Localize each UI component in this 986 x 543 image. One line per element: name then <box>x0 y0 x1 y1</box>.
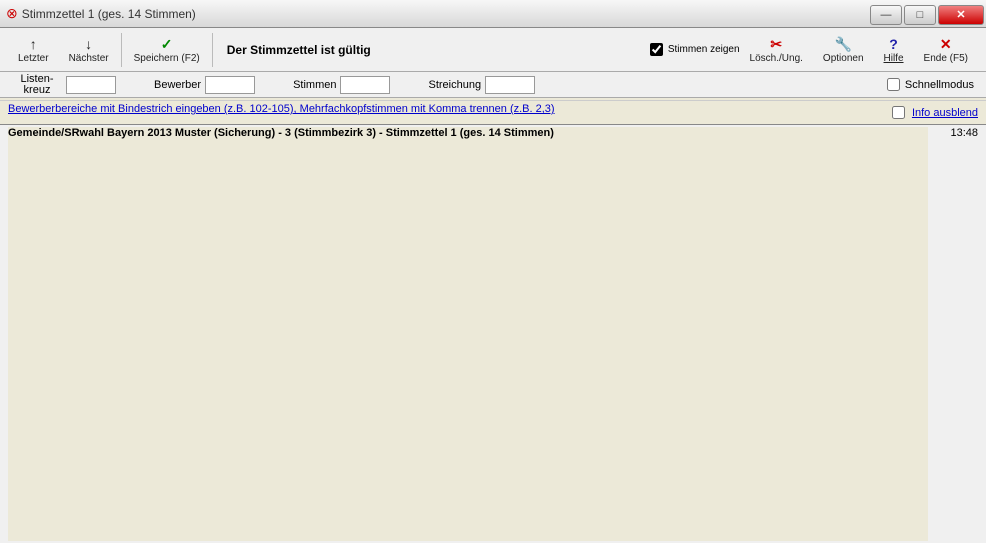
arrow-down-icon: ↓ <box>85 35 92 53</box>
delete-icon: ✂ <box>770 35 782 53</box>
show-votes-toggle[interactable]: Stimmen zeigen <box>646 40 740 59</box>
hint-row: Bewerberbereiche mit Bindestrich eingebe… <box>0 100 986 124</box>
toolbar: ↑ Letzter ↓ Nächster ✓ Speichern (F2) De… <box>0 28 986 72</box>
check-icon: ✓ <box>161 35 173 53</box>
schnellmodus-toggle[interactable]: Schnellmodus <box>883 75 974 94</box>
streichung-input[interactable] <box>485 76 535 94</box>
ballot-status: Der Stimmzettel ist gültig <box>227 43 371 57</box>
schnellmodus-label: Schnellmodus <box>905 79 974 91</box>
next-label: Nächster <box>69 53 109 64</box>
schnellmodus-checkbox[interactable] <box>887 78 900 91</box>
bewerber-label: Bewerber <box>154 79 201 91</box>
help-icon: ? <box>889 35 898 53</box>
prev-label: Letzter <box>18 53 49 64</box>
help-label: Hilfe <box>884 53 904 64</box>
bottom-area: Bewerberbereiche mit Bindestrich eingebe… <box>0 100 986 543</box>
listenkreuz-label: Listen-kreuz <box>12 74 62 96</box>
input-hint[interactable]: Bewerberbereiche mit Bindestrich eingebe… <box>8 103 555 122</box>
help-button[interactable]: ? Hilfe <box>874 33 914 66</box>
show-votes-checkbox[interactable] <box>650 43 663 56</box>
delete-label: Lösch./Ung. <box>750 53 803 64</box>
close-icon: ✕ <box>940 35 952 53</box>
minimize-button[interactable]: ― <box>870 5 902 25</box>
prev-button[interactable]: ↑ Letzter <box>8 33 59 66</box>
delete-button[interactable]: ✂ Lösch./Ung. <box>740 33 813 66</box>
options-label: Optionen <box>823 53 864 64</box>
wrench-icon: 🔧 <box>835 35 852 53</box>
save-button[interactable]: ✓ Speichern (F2) <box>124 33 210 66</box>
app-icon: ⊗ <box>6 5 18 22</box>
separator <box>212 33 213 67</box>
statusbar: Gemeinde/SRwahl Bayern 2013 Muster (Sich… <box>0 124 986 543</box>
arrow-up-icon: ↑ <box>30 35 37 53</box>
window-title: Stimmzettel 1 (ges. 14 Stimmen) <box>22 7 196 21</box>
separator <box>121 33 122 67</box>
end-label: Ende (F5) <box>924 53 968 64</box>
next-button[interactable]: ↓ Nächster <box>59 33 119 66</box>
end-button[interactable]: ✕ Ende (F5) <box>914 33 978 66</box>
show-votes-label: Stimmen zeigen <box>668 45 740 55</box>
bewerber-input[interactable] <box>205 76 255 94</box>
status-text: Gemeinde/SRwahl Bayern 2013 Muster (Sich… <box>8 127 928 541</box>
clock: 13:48 <box>928 127 978 541</box>
input-row: Listen-kreuz Bewerber Stimmen Streichung… <box>0 72 986 98</box>
save-label: Speichern (F2) <box>134 53 200 64</box>
stimmen-label: Stimmen <box>293 79 336 91</box>
titlebar: ⊗ Stimmzettel 1 (ges. 14 Stimmen) ― □ ✕ <box>0 0 986 28</box>
info-ausblend-label[interactable]: Info ausblend <box>912 107 978 119</box>
streichung-label: Streichung <box>428 79 481 91</box>
close-button[interactable]: ✕ <box>938 5 984 25</box>
options-button[interactable]: 🔧 Optionen <box>813 33 874 66</box>
maximize-button[interactable]: □ <box>904 5 936 25</box>
listenkreuz-input[interactable] <box>66 76 116 94</box>
info-ausblend-checkbox[interactable] <box>892 106 905 119</box>
stimmen-input[interactable] <box>340 76 390 94</box>
